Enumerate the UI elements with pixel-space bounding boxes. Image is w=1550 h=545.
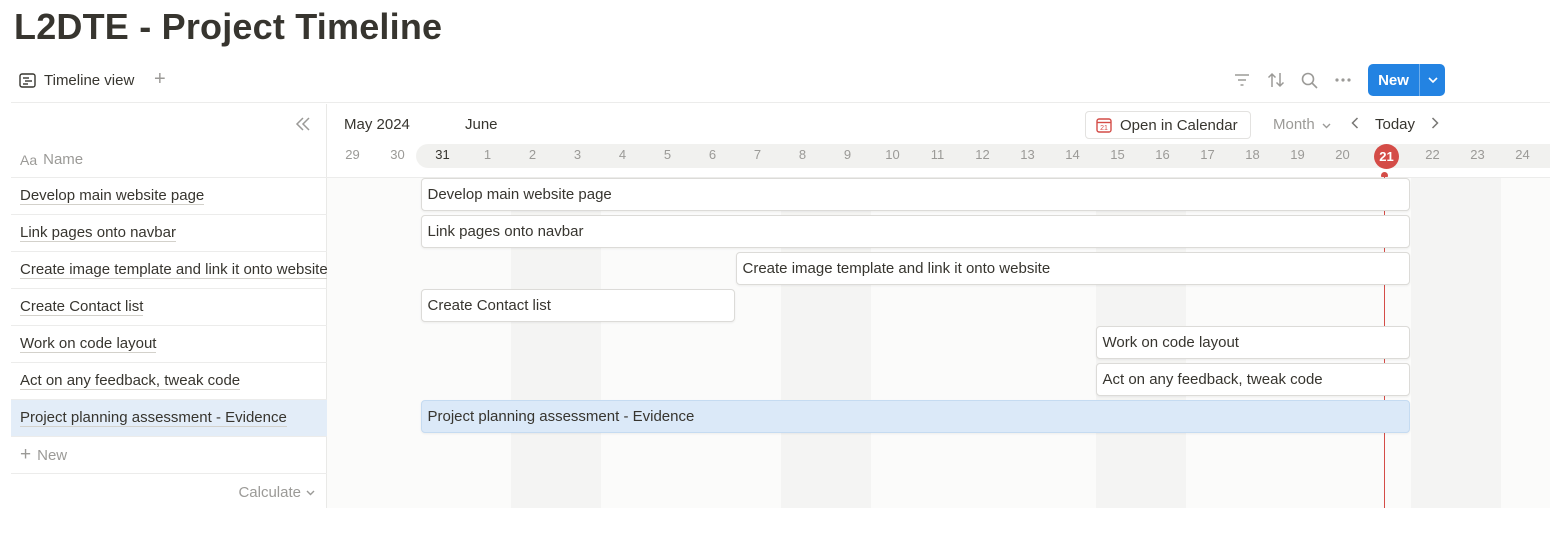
day-label: 3	[573, 147, 582, 162]
table-row[interactable]: Work on code layout	[11, 326, 327, 363]
row-title: Develop main website page	[20, 187, 205, 205]
row-title: Create image template and link it onto w…	[20, 261, 327, 279]
day-label: 10	[885, 147, 900, 162]
day-label: 7	[753, 147, 762, 162]
timeline-icon	[19, 72, 36, 88]
day-label: 12	[975, 147, 990, 162]
day-label: 2	[528, 147, 537, 162]
timeline-bar[interactable]: Project planning assessment - Evidence	[420, 400, 1410, 433]
day-label: 13	[1020, 147, 1035, 162]
add-new-row-button[interactable]: + New	[11, 437, 327, 474]
today-button[interactable]: Today	[1375, 116, 1415, 133]
filter-icon[interactable]	[1231, 69, 1253, 91]
day-label: 22	[1425, 147, 1440, 162]
day-label: 16	[1155, 147, 1170, 162]
day-label: 14	[1065, 147, 1080, 162]
search-icon[interactable]	[1298, 69, 1320, 91]
table-rows: Develop main website page Link pages ont…	[11, 177, 327, 511]
day-label: 15	[1110, 147, 1125, 162]
calculate-button[interactable]: Calculate	[11, 474, 327, 511]
timeline-bar[interactable]: Create Contact list	[420, 289, 735, 322]
day-label: 1	[483, 147, 492, 162]
row-title: Project planning assessment - Evidence	[20, 409, 287, 427]
timeline-table: Aa Name Develop main website page Link p…	[11, 104, 327, 508]
open-in-calendar-label: Open in Calendar	[1120, 116, 1238, 134]
new-button-label[interactable]: New	[1368, 64, 1419, 96]
table-row[interactable]: Create image template and link it onto w…	[11, 252, 327, 289]
day-label: 24	[1515, 147, 1530, 162]
scale-select[interactable]: Month	[1273, 116, 1331, 133]
row-title: Act on any feedback, tweak code	[20, 372, 241, 390]
weekend-shade	[1411, 178, 1501, 508]
table-row[interactable]: Create Contact list	[11, 289, 327, 326]
day-label: 9	[843, 147, 852, 162]
day-label: 29	[345, 147, 360, 162]
day-label: 8	[798, 147, 807, 162]
day-label: 18	[1245, 147, 1260, 162]
calculate-label: Calculate	[238, 484, 301, 501]
day-label: 31	[435, 147, 450, 162]
table-row-selected[interactable]: Project planning assessment - Evidence	[11, 400, 327, 437]
name-header-label: Name	[43, 151, 84, 168]
more-icon[interactable]	[1332, 69, 1354, 91]
chevron-right-icon[interactable]	[1431, 116, 1439, 133]
timeline-bar[interactable]: Develop main website page	[420, 178, 1410, 211]
page-title: L2DTE - Project Timeline	[14, 6, 443, 47]
day-label: 5	[663, 147, 672, 162]
scale-select-value: Month	[1273, 116, 1315, 133]
tab-label: Timeline view	[44, 71, 135, 89]
name-column-header[interactable]: Aa Name	[20, 151, 83, 168]
chevron-down-icon	[1427, 77, 1438, 83]
day-label: 6	[708, 147, 717, 162]
timeline-bar[interactable]: Create image template and link it onto w…	[735, 252, 1410, 285]
timeline-bar[interactable]: Link pages onto navbar	[420, 215, 1410, 248]
sort-icon[interactable]	[1265, 69, 1287, 91]
calendar-icon: 21	[1096, 118, 1112, 133]
add-view-button[interactable]: +	[154, 69, 166, 89]
chevron-left-icon[interactable]	[1351, 116, 1359, 133]
new-dropdown-button[interactable]	[1419, 64, 1445, 96]
open-in-calendar-button[interactable]: 21 Open in Calendar	[1085, 111, 1251, 139]
day-label: 20	[1335, 147, 1350, 162]
new-button[interactable]: New	[1368, 64, 1445, 96]
calendar-icon-day: 21	[1100, 125, 1108, 132]
chevron-down-icon	[1322, 123, 1331, 129]
month-label-previous: May 2024	[344, 116, 410, 133]
day-label: 4	[618, 147, 627, 162]
collapse-table-icon[interactable]	[295, 117, 311, 136]
day-label: 11	[930, 147, 945, 162]
row-title: Link pages onto navbar	[20, 224, 176, 242]
timeline-bar[interactable]: Act on any feedback, tweak code	[1095, 363, 1410, 396]
chevron-down-icon	[306, 490, 315, 495]
row-title: Work on code layout	[20, 335, 157, 353]
view-toolbar: Timeline view + New	[11, 63, 1550, 103]
table-row[interactable]: Link pages onto navbar	[11, 215, 327, 252]
new-row-label: New	[37, 446, 68, 464]
today-marker: 21	[1374, 144, 1399, 169]
day-label: 19	[1290, 147, 1305, 162]
day-label: 30	[390, 147, 405, 162]
row-title: Create Contact list	[20, 298, 144, 316]
plus-icon: +	[20, 444, 32, 465]
timeline-bar[interactable]: Work on code layout	[1095, 326, 1410, 359]
table-row[interactable]: Act on any feedback, tweak code	[11, 363, 327, 400]
timeline-area: May 2024 June 21 Open in Calendar Month …	[327, 104, 1550, 508]
table-row[interactable]: Develop main website page	[11, 178, 327, 215]
text-property-icon: Aa	[20, 151, 38, 168]
day-label: 23	[1470, 147, 1485, 162]
month-label-current: June	[465, 116, 498, 133]
day-label: 17	[1200, 147, 1215, 162]
tab-timeline-view[interactable]: Timeline view	[19, 67, 134, 93]
